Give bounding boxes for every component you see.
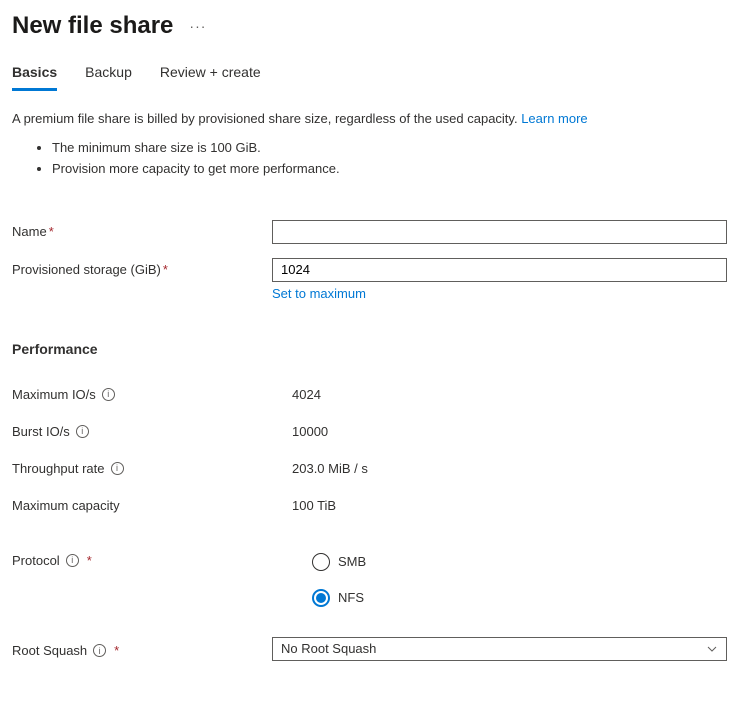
info-icon[interactable]: i	[102, 388, 115, 401]
tab-review-create[interactable]: Review + create	[160, 64, 261, 91]
provisioned-storage-label: Provisioned storage (GiB)*	[12, 258, 272, 277]
max-io-label: Maximum IO/s	[12, 387, 96, 402]
info-icon[interactable]: i	[93, 644, 106, 657]
max-io-value: 4024	[292, 387, 321, 402]
throughput-value: 203.0 MiB / s	[292, 461, 368, 476]
info-icon[interactable]: i	[111, 462, 124, 475]
protocol-smb-label: SMB	[338, 554, 366, 569]
set-to-maximum-link[interactable]: Set to maximum	[272, 286, 366, 301]
protocol-nfs-label: NFS	[338, 590, 364, 605]
protocol-radio-smb[interactable]: SMB	[312, 553, 366, 571]
provisioned-storage-label-text: Provisioned storage (GiB)	[12, 262, 161, 277]
required-asterisk: *	[163, 262, 168, 277]
name-label: Name*	[12, 220, 272, 239]
burst-io-value: 10000	[292, 424, 328, 439]
required-asterisk: *	[114, 643, 119, 658]
tabs: Basics Backup Review + create	[12, 64, 727, 91]
performance-header: Performance	[12, 341, 727, 357]
more-options-icon[interactable]: ···	[189, 18, 206, 34]
max-capacity-label: Maximum capacity	[12, 498, 120, 513]
protocol-label: Protocol	[12, 553, 60, 568]
description-body: A premium file share is billed by provis…	[12, 111, 521, 126]
info-icon[interactable]: i	[76, 425, 89, 438]
description-text: A premium file share is billed by provis…	[12, 111, 727, 126]
protocol-radio-nfs[interactable]: NFS	[312, 589, 366, 607]
info-list-item: Provision more capacity to get more perf…	[52, 159, 727, 180]
info-list: The minimum share size is 100 GiB. Provi…	[12, 138, 727, 180]
info-icon[interactable]: i	[66, 554, 79, 567]
info-list-item: The minimum share size is 100 GiB.	[52, 138, 727, 159]
max-capacity-value: 100 TiB	[292, 498, 336, 513]
required-asterisk: *	[87, 553, 92, 568]
radio-icon	[312, 553, 330, 571]
burst-io-label: Burst IO/s	[12, 424, 70, 439]
radio-dot-icon	[316, 593, 326, 603]
root-squash-label: Root Squash	[12, 643, 87, 658]
root-squash-select[interactable]: No Root Squash	[272, 637, 727, 661]
name-label-text: Name	[12, 224, 47, 239]
protocol-radio-group: SMB NFS	[312, 553, 366, 607]
root-squash-value: No Root Squash	[281, 641, 376, 656]
learn-more-link[interactable]: Learn more	[521, 111, 587, 126]
radio-icon	[312, 589, 330, 607]
tab-backup[interactable]: Backup	[85, 64, 132, 91]
chevron-down-icon	[706, 643, 718, 655]
provisioned-storage-input[interactable]	[272, 258, 727, 282]
required-asterisk: *	[49, 224, 54, 239]
throughput-label: Throughput rate	[12, 461, 105, 476]
page-title: New file share	[12, 12, 173, 40]
tab-basics[interactable]: Basics	[12, 64, 57, 91]
name-input[interactable]	[272, 220, 727, 244]
